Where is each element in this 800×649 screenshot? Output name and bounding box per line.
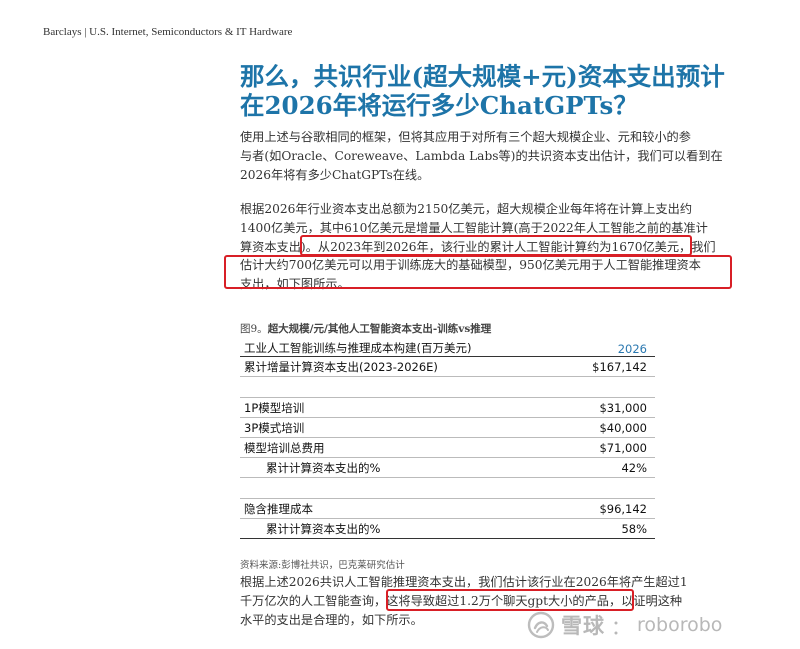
xueqiu-logo-icon bbox=[527, 611, 555, 639]
figure-number: 图9。 bbox=[240, 323, 268, 335]
table-row: 累计计算资本支出的% 42% bbox=[240, 458, 655, 478]
para3-line: 水平的支出是合理的，如下所示。 bbox=[240, 612, 423, 627]
para2-line: 估计大约700亿美元可以用于训练庞大的基础模型，950亿美元用于人工智能推理资本 bbox=[240, 258, 701, 273]
para2-line: 根据2026年行业资本支出总额为2150亿美元，超大规模企业每年将在计算上支出约 bbox=[240, 202, 693, 216]
table-row: 1P模型培训 $31,000 bbox=[240, 398, 655, 418]
para3-line: 根据上述2026共识人工智能推理资本支出，我们估计该行业在2026年将产生超过1 bbox=[240, 575, 688, 589]
paragraph-capex: 根据2026年行业资本支出总额为2150亿美元，超大规模企业每年将在计算上支出约… bbox=[240, 200, 745, 294]
figure-caption: 图9。超大规模/元/其他人工智能资本支出-训练vs推理 bbox=[240, 321, 491, 336]
table-year: 2026 bbox=[617, 342, 647, 356]
para1-line: 2026年将有多少ChatGPTs在线。 bbox=[240, 167, 430, 182]
table-title: 工业人工智能训练与推理成本构建(百万美元) bbox=[244, 341, 472, 355]
para2-line: 算资本支出)。从2023年到2026年，该行业的累计人工智能计算约为1670亿美… bbox=[240, 239, 716, 254]
table-row: 模型培训总费用 $71,000 bbox=[240, 438, 655, 458]
section-title: 那么，共识行业(超大规模+元)资本支出预计 在2026年将运行多少ChatGPT… bbox=[240, 62, 780, 120]
xueqiu-watermark: 雪球： roborobo bbox=[527, 610, 722, 640]
capex-table: 工业人工智能训练与推理成本构建(百万美元) 2026 累计增量计算资本支出(20… bbox=[240, 339, 655, 539]
title-line-1: 那么，共识行业(超大规模+元)资本支出预计 bbox=[240, 62, 725, 91]
para3-line: 千万亿次的人工智能查询，这将导致超过1.2万个聊天gpt大小的产品，以证明这种 bbox=[240, 593, 683, 608]
figure-source: 资料来源:彭博社共识，巴克莱研究估计 bbox=[240, 560, 405, 571]
para1-line: 与者(如Oracle、Coreweave、Lambda Labs等)的共识资本支… bbox=[240, 148, 723, 163]
paragraph-framework: 使用上述与谷歌相同的框架，但将其应用于对所有三个超大规模企业、元和较小的参 与者… bbox=[240, 128, 745, 184]
watermark-brand: 雪球 bbox=[561, 614, 605, 638]
watermark-user: roborobo bbox=[637, 614, 723, 636]
table-row: 3P模式培训 $40,000 bbox=[240, 418, 655, 438]
para2-line: 1400亿美元，其中610亿美元是增量人工智能计算(高于2022年人工智能之前的… bbox=[240, 220, 708, 235]
table-header: 工业人工智能训练与推理成本构建(百万美元) 2026 bbox=[240, 339, 655, 357]
para1-line: 使用上述与谷歌相同的框架，但将其应用于对所有三个超大规模企业、元和较小的参 bbox=[240, 130, 691, 144]
table-row-blank bbox=[240, 478, 655, 499]
table-row-blank bbox=[240, 377, 655, 398]
watermark-separator: ： bbox=[611, 614, 631, 639]
table-row: 累计增量计算资本支出(2023-2026E) $167,142 bbox=[240, 357, 655, 377]
figure-title: 超大规模/元/其他人工智能资本支出-训练vs推理 bbox=[267, 323, 492, 335]
table-row: 隐含推理成本 $96,142 bbox=[240, 499, 655, 519]
report-header: Barclays | U.S. Internet, Semiconductors… bbox=[43, 26, 293, 38]
table-bottom-rule bbox=[240, 538, 655, 539]
table-row: 累计计算资本支出的% 58% bbox=[266, 521, 647, 536]
para2-line: 支出，如下图所示。 bbox=[240, 277, 350, 292]
title-line-2: 在2026年将运行多少ChatGPTs？ bbox=[240, 91, 638, 120]
